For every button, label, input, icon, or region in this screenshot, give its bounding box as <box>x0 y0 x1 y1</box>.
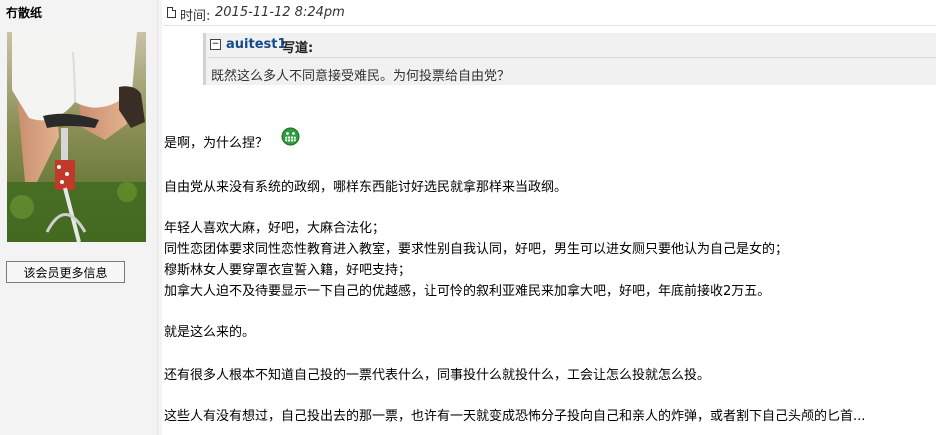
member-info-button[interactable]: 该会员更多信息 <box>6 261 125 283</box>
post-line-8: 还有很多人根本不知道自己投的一票代表什么，同事投什么就投什么，工会让怎么投就怎么… <box>164 368 711 383</box>
post-line-1: 是啊，为什么捏？ <box>164 136 269 151</box>
quoted-username[interactable]: auitest1 <box>226 37 287 52</box>
username[interactable]: 冇散纸 <box>6 4 42 21</box>
post-line-5: 穆斯林女人要穿罩衣宣誓入籍，好吧支持； <box>164 263 412 278</box>
user-sidebar: 冇散纸 该会员更多信息 <box>0 0 158 435</box>
post-line-6: 加拿大人迫不及待要显示一下自己的优越感，让可怜的叙利亚难民来加拿大吧，好吧，年底… <box>164 284 771 299</box>
post-header: 时间: 2015-11-12 8:24pm <box>163 0 936 26</box>
grin-smiley-icon <box>281 127 300 146</box>
column-gutter <box>158 0 162 435</box>
quote-text: 既然这么多人不同意接受难民。为何投票给自由党？ <box>211 69 511 84</box>
post-timestamp: 2015-11-12 8:24pm <box>215 5 345 20</box>
time-label: 时间: <box>180 9 211 24</box>
quote-said-label: 写道: <box>282 41 314 56</box>
quote-divider <box>208 57 936 58</box>
avatar[interactable] <box>7 32 146 242</box>
post-line-9: 这些人有没有想过，自己投出去的那一票，也许有一天就变成恐怖分子投向自己和亲人的炸… <box>164 409 866 424</box>
quote-block: − auitest1 写道: 既然这么多人不同意接受难民。为何投票给自由党？ <box>203 33 936 85</box>
post-line-7: 就是这么来的。 <box>164 325 256 340</box>
post-line-2: 自由党从来没有系统的政纲，哪样东西能讨好选民就拿那样来当政纲。 <box>164 180 568 195</box>
post-line-4: 同性恋团体要求同性恋性教育进入教室，要求性别自我认同，好吧，男生可以进女厕只要他… <box>164 242 789 257</box>
post-document-icon <box>167 7 176 18</box>
post-content: 时间: 2015-11-12 8:24pm − auitest1 写道: 既然这… <box>163 0 936 435</box>
post-line-3: 年轻人喜欢大麻，好吧，大麻合法化； <box>164 221 386 236</box>
collapse-quote-icon[interactable]: − <box>210 39 221 50</box>
